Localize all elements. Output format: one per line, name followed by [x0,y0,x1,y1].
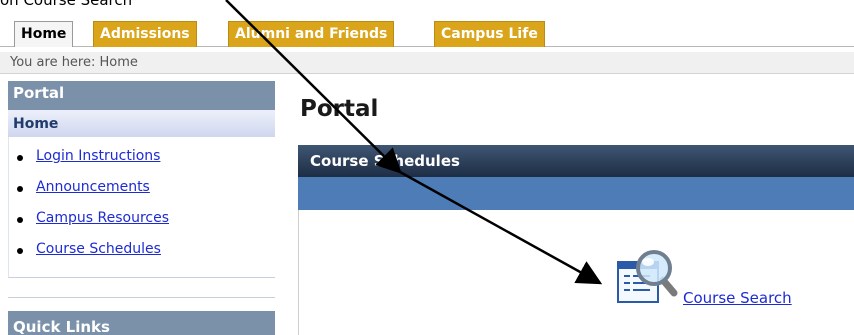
top-caption: on Course Search [0,0,133,9]
panel-header: Course Schedules [298,145,854,177]
sidebar-subheader[interactable]: Home [8,110,275,137]
bullet-icon [17,217,23,223]
panel-title: Course Schedules [310,152,460,170]
sidebar-title: Portal [13,84,65,102]
sidebar-subtitle: Home [13,116,59,132]
tab-admissions[interactable]: Admissions [93,21,197,47]
sidebar-links: Login Instructions Announcements Campus … [8,137,275,278]
sidebar-link-announcements[interactable]: Announcements [36,179,150,195]
bullet-icon [17,186,23,192]
tab-home[interactable]: Home [14,21,74,47]
magnifier-document-icon[interactable] [616,248,688,306]
breadcrumb: You are here: Home [10,55,138,70]
sidebar-header: Portal [8,81,275,110]
tab-alumni-and-friends[interactable]: Alumni and Friends [228,21,395,47]
tab-bar: Home Admissions Alumni and Friends Campu… [0,17,854,47]
sidebar-link-course-schedules[interactable]: Course Schedules [36,241,161,257]
panel-band [298,177,854,210]
bullet-icon [17,155,23,161]
course-search-link[interactable]: Course Search [683,289,792,307]
panel-body [298,210,854,335]
sidebar-link-login-instructions[interactable]: Login Instructions [36,148,160,164]
breadcrumb-bar: You are here: Home [0,52,854,74]
quick-links-title: Quick Links [13,318,110,335]
page-title: Portal [300,96,379,122]
sidebar: Portal Home Login Instructions Announcem… [0,81,275,335]
sidebar-divider [8,297,275,298]
quick-links-header: Quick Links [8,311,275,335]
bullet-icon [17,248,23,254]
tab-campus-life[interactable]: Campus Life [434,21,545,47]
sidebar-link-campus-resources[interactable]: Campus Resources [36,210,169,226]
